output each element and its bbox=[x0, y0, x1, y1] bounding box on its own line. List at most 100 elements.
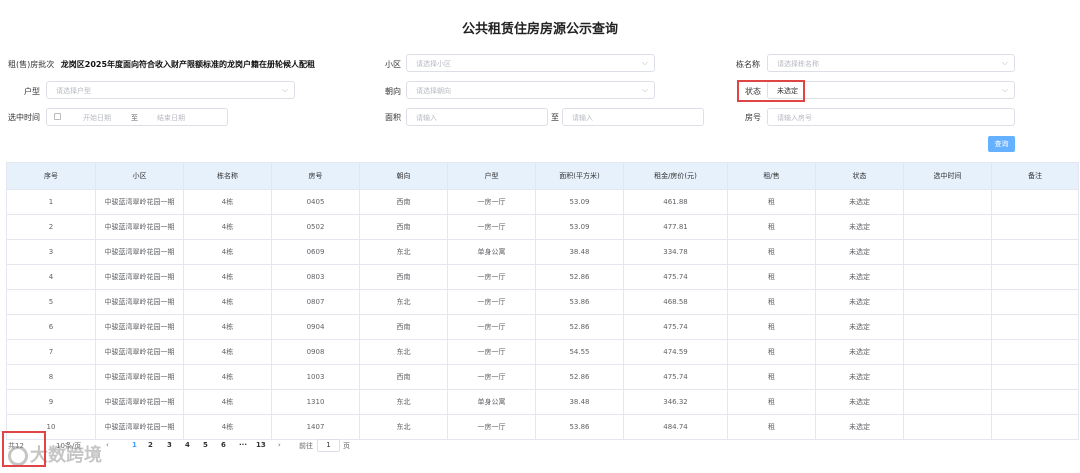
table-cell: 0609 bbox=[271, 239, 360, 265]
building-select[interactable]: 请选择栋名称 ⌵ bbox=[767, 54, 1015, 72]
table-cell: 东北 bbox=[359, 239, 448, 265]
table-row: 10 中骏蓝湾翠岭花园一期 4栋 1407 东北 一房一厅 53.86 484.74 租未选定 bbox=[6, 414, 1079, 440]
table-cell: 单身公寓 bbox=[447, 239, 536, 265]
building-placeholder: 请选择栋名称 bbox=[777, 60, 819, 68]
table-row: 1 中骏蓝湾翠岭花园一期 4栋 0405 西南 一房一厅 53.09 461.88 租未选定 bbox=[6, 189, 1079, 215]
table-cell: 未选定 bbox=[815, 189, 904, 215]
chevron-down-icon: ⌵ bbox=[1001, 58, 1008, 67]
table-cell: 未选定 bbox=[815, 314, 904, 340]
table-row: 8 中骏蓝湾翠岭花园一期 4栋 1003 西南 一房一厅 52.86 475.74 租未选定 bbox=[6, 364, 1079, 390]
table-cell bbox=[991, 189, 1079, 215]
page-1[interactable]: 1 bbox=[132, 441, 137, 449]
orientation-select[interactable]: 请选择朝向 ⌵ bbox=[406, 81, 655, 99]
table-cell: 4栋 bbox=[183, 364, 272, 390]
table-cell: 未选定 bbox=[815, 289, 904, 315]
table-cell: 484.74 bbox=[623, 414, 728, 440]
next-page-button[interactable]: › bbox=[278, 441, 281, 449]
table-cell: 1310 bbox=[271, 389, 360, 415]
table-cell: 未选定 bbox=[815, 364, 904, 390]
table-cell bbox=[903, 214, 992, 240]
table-cell bbox=[903, 239, 992, 265]
room-input[interactable]: 请输入房号 bbox=[767, 108, 1015, 126]
room-placeholder: 请输入房号 bbox=[777, 114, 812, 122]
table-cell: 4栋 bbox=[183, 414, 272, 440]
table-cell: 租 bbox=[727, 289, 816, 315]
table-cell: 4 bbox=[6, 264, 96, 290]
community-select[interactable]: 请选择小区 ⌵ bbox=[406, 54, 655, 72]
table-cell: 租 bbox=[727, 364, 816, 390]
page-6[interactable]: 6 bbox=[221, 441, 226, 449]
col-remark: 备注 bbox=[991, 162, 1079, 190]
table-cell: 0807 bbox=[271, 289, 360, 315]
query-button[interactable]: 查询 bbox=[988, 136, 1015, 152]
col-status: 状态 bbox=[815, 162, 904, 190]
room-label: 房号 bbox=[745, 113, 761, 122]
goto-suffix: 页 bbox=[343, 442, 350, 450]
col-area: 面积(平方米) bbox=[535, 162, 624, 190]
unit-type-placeholder: 请选择户型 bbox=[56, 87, 91, 95]
table-cell bbox=[991, 289, 1079, 315]
table-cell: 8 bbox=[6, 364, 96, 390]
page-4[interactable]: 4 bbox=[185, 441, 190, 449]
table-cell: 7 bbox=[6, 339, 96, 365]
table-cell: 租 bbox=[727, 389, 816, 415]
table-cell: 4栋 bbox=[183, 264, 272, 290]
page-3[interactable]: 3 bbox=[167, 441, 172, 449]
table-cell: 4栋 bbox=[183, 239, 272, 265]
page-13[interactable]: 13 bbox=[256, 441, 266, 449]
unit-type-select[interactable]: 请选择户型 ⌵ bbox=[46, 81, 295, 99]
table-cell: 461.88 bbox=[623, 189, 728, 215]
table-cell: 474.59 bbox=[623, 339, 728, 365]
goto-page-input[interactable]: 1 bbox=[317, 439, 340, 452]
page-title: 公共租赁住房房源公示查询 bbox=[461, 22, 618, 37]
table-cell bbox=[991, 214, 1079, 240]
chevron-down-icon: ⌵ bbox=[641, 58, 648, 67]
status-highlight-box bbox=[737, 80, 805, 102]
table-cell: 4栋 bbox=[183, 189, 272, 215]
table-cell: 中骏蓝湾翠岭花园一期 bbox=[95, 339, 184, 365]
table-cell: 一房一厅 bbox=[447, 289, 536, 315]
calendar-icon bbox=[54, 113, 61, 120]
table-header-row: 序号 小区 栋名称 房号 朝向 户型 面积(平方米) 租金/房价(元) 租/售 … bbox=[6, 162, 1079, 190]
table-cell: 38.48 bbox=[535, 389, 624, 415]
date-range-picker[interactable]: 开始日期 至 结束日期 bbox=[46, 108, 228, 126]
area-max-placeholder: 请输入 bbox=[572, 114, 593, 122]
table-cell: 中骏蓝湾翠岭花园一期 bbox=[95, 364, 184, 390]
table-cell: 52.86 bbox=[535, 264, 624, 290]
page-5[interactable]: 5 bbox=[203, 441, 208, 449]
start-date-placeholder: 开始日期 bbox=[83, 114, 111, 122]
area-min-input[interactable]: 请输入 bbox=[406, 108, 548, 126]
table-cell bbox=[991, 364, 1079, 390]
unit-type-label: 户型 bbox=[24, 87, 40, 96]
col-building: 栋名称 bbox=[183, 162, 272, 190]
table-row: 3 中骏蓝湾翠岭花园一期 4栋 0609 东北 单身公寓 38.48 334.78 租未选定 bbox=[6, 239, 1079, 265]
orientation-label: 朝向 bbox=[385, 87, 401, 96]
table-cell: 西南 bbox=[359, 214, 448, 240]
page-ellipsis[interactable]: ··· bbox=[239, 441, 247, 449]
table-cell: 4栋 bbox=[183, 389, 272, 415]
batch-value: 龙岗区2025年度面向符合收入财产限额标准的龙岗户籍在册轮候人配租 bbox=[60, 60, 316, 69]
table-cell: 一房一厅 bbox=[447, 339, 536, 365]
table-cell: 52.86 bbox=[535, 314, 624, 340]
area-max-input[interactable]: 请输入 bbox=[562, 108, 704, 126]
table-cell: 1 bbox=[6, 189, 96, 215]
table-cell: 西南 bbox=[359, 189, 448, 215]
table-cell bbox=[903, 339, 992, 365]
date-range-separator: 至 bbox=[131, 114, 138, 122]
table-cell bbox=[991, 389, 1079, 415]
page-2[interactable]: 2 bbox=[148, 441, 153, 449]
table-cell: 西南 bbox=[359, 264, 448, 290]
table-cell: 5 bbox=[6, 289, 96, 315]
table-cell: 租 bbox=[727, 264, 816, 290]
table-cell: 53.09 bbox=[535, 189, 624, 215]
table-row: 9 中骏蓝湾翠岭花园一期 4栋 1310 东北 单身公寓 38.48 346.32 租未选定 bbox=[6, 389, 1079, 415]
table-cell: 未选定 bbox=[815, 339, 904, 365]
table-cell: 东北 bbox=[359, 389, 448, 415]
table-cell: 东北 bbox=[359, 339, 448, 365]
col-unit-type: 户型 bbox=[447, 162, 536, 190]
chevron-down-icon: ⌵ bbox=[641, 85, 648, 94]
table-cell bbox=[991, 339, 1079, 365]
community-label: 小区 bbox=[385, 60, 401, 69]
prev-page-button[interactable]: ‹ bbox=[106, 441, 109, 449]
table-cell bbox=[991, 314, 1079, 340]
